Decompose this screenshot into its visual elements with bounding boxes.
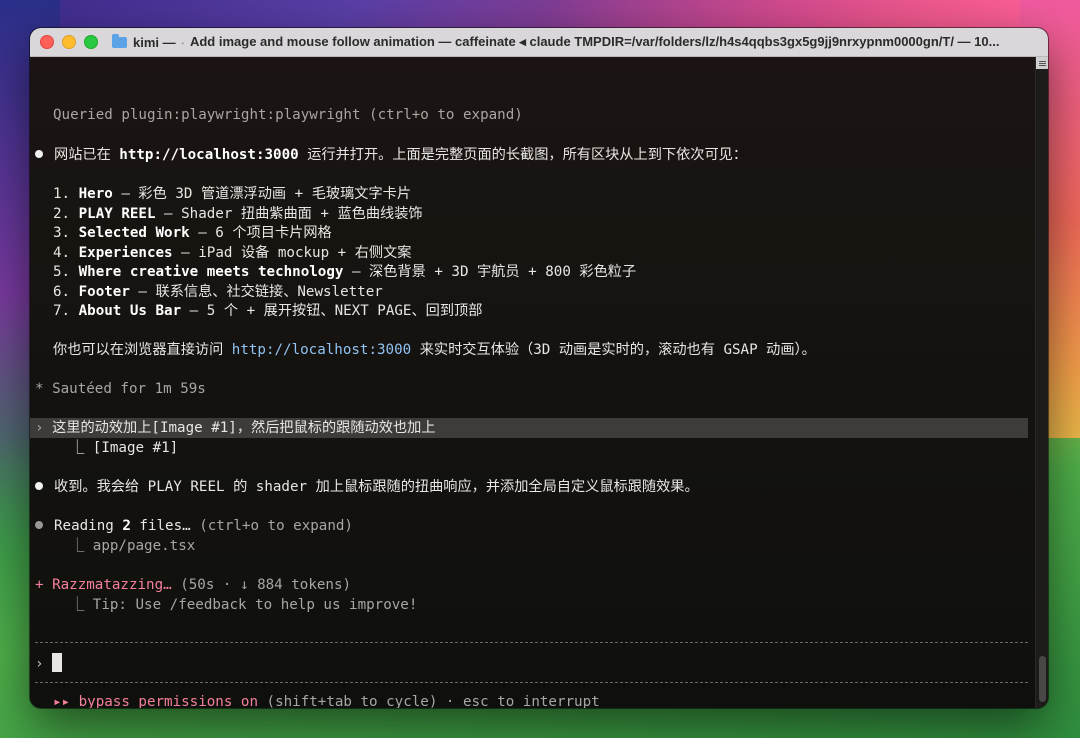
mode-line: ▸▸ bypass permissions on (shift+tab to c… (53, 692, 600, 708)
list-item-name: Selected Work (78, 225, 190, 241)
window-title-dot: · (180, 34, 185, 50)
visit-prefix: 你也可以在浏览器直接访问 (53, 342, 232, 358)
list-item-desc: – iPad 设备 mockup + 右侧文案 (172, 245, 412, 261)
folder-icon (112, 34, 127, 48)
close-button[interactable] (40, 35, 54, 49)
window-titlebar[interactable]: kimi — · Add image and mouse follow anim… (30, 28, 1048, 57)
list-item: 2. PLAY REEL – Shader 扭曲紫曲面 + 蓝色曲线装饰 (53, 204, 423, 224)
list-item: 4. Experiences – iPad 设备 mockup + 右侧文案 (53, 243, 411, 263)
list-item-name: About Us Bar (78, 303, 182, 319)
list-item-desc: – Shader 扭曲紫曲面 + 蓝色曲线装饰 (155, 206, 423, 222)
window-title-app: kimi — (133, 34, 176, 50)
prompt-input[interactable]: › (35, 653, 63, 673)
tip-line: ⎿ Tip: Use /feedback to help us improve! (53, 597, 418, 613)
list-item-name: Experiences (78, 245, 173, 261)
assistant-reply-text: 收到。我会给 PLAY REEL 的 shader 加上鼠标跟随的扭曲响应，并添… (54, 479, 699, 495)
window-title-text: Add image and mouse follow animation — c… (189, 34, 1000, 49)
intro-link[interactable]: http://localhost:3000 (119, 147, 298, 163)
sauteed-status: * Sautéed for 1m 59s (35, 381, 206, 397)
mode-hint: (shift+tab to cycle) · esc to interrupt (258, 694, 600, 708)
scrollbar-thumb[interactable] (1039, 656, 1046, 702)
list-item-desc: – 5 个 + 展开按钮、NEXT PAGE、回到顶部 (181, 303, 483, 319)
list-item: 7. About Us Bar – 5 个 + 展开按钮、NEXT PAGE、回… (53, 301, 482, 321)
window-title: kimi — · Add image and mouse follow anim… (112, 34, 999, 50)
input-divider-top (35, 642, 1028, 643)
intro-line: 网站已在 http://localhost:3000 运行并打开。上面是完整页面… (35, 145, 747, 165)
reading-mid: files… (130, 518, 191, 534)
list-item-number: 4. (53, 245, 71, 261)
queried-line: Queried plugin:playwright:playwright (ct… (53, 107, 523, 123)
list-item-desc: – 彩色 3D 管道漂浮动画 + 毛玻璃文字卡片 (112, 186, 412, 202)
intro-prefix: 网站已在 (54, 147, 120, 163)
text-cursor (52, 653, 63, 672)
list-item: 3. Selected Work – 6 个项目卡片网格 (53, 223, 332, 243)
scrollbar[interactable] (1035, 57, 1048, 708)
user-message-text: 这里的动效加上[Image #1]，然后把鼠标的跟随动效也加上 (43, 420, 436, 436)
list-item-desc: – 6 个项目卡片网格 (189, 225, 332, 241)
bullet-icon (35, 150, 43, 158)
reading-count: 2 (122, 518, 131, 534)
maximize-button[interactable] (84, 35, 98, 49)
list-item-desc: – 联系信息、社交链接、Newsletter (129, 284, 383, 300)
terminal-content[interactable]: Queried plugin:playwright:playwright (ct… (30, 57, 1048, 708)
list-item-name: Where creative meets technology (78, 264, 344, 280)
list-item-desc: – 深色背景 + 3D 宇航员 + 800 彩色粒子 (343, 264, 637, 280)
assistant-reply: 收到。我会给 PLAY REEL 的 shader 加上鼠标跟随的扭曲响应，并添… (35, 477, 699, 497)
terminal-window: kimi — · Add image and mouse follow anim… (30, 28, 1048, 708)
reading-file: ⎿ app/page.tsx (53, 538, 196, 554)
intro-suffix: 运行并打开。上面是完整页面的长截图，所有区块从上到下依次可见： (298, 147, 748, 163)
list-item-number: 6. (53, 284, 71, 300)
status-meta: (50s · ↓ 884 tokens) (171, 577, 352, 593)
reading-prefix: Reading (54, 518, 123, 534)
reading-suffix: (ctrl+o to expand) (190, 518, 353, 534)
prompt-caret: › (35, 656, 44, 672)
visit-link[interactable]: http://localhost:3000 (232, 342, 411, 358)
list-item-number: 2. (53, 206, 71, 222)
bullet-icon (35, 482, 43, 490)
visit-suffix: 来实时交互体验（3D 动画是实时的，滚动也有 GSAP 动画）。 (411, 342, 816, 358)
traffic-lights (40, 35, 98, 49)
list-item: 1. Hero – 彩色 3D 管道漂浮动画 + 毛玻璃文字卡片 (53, 184, 411, 204)
list-item: 5. Where creative meets technology – 深色背… (53, 262, 636, 282)
status-word: Razzmatazzing… (43, 577, 172, 593)
list-item: 6. Footer – 联系信息、社交链接、Newsletter (53, 282, 383, 302)
fast-forward-icon: ▸▸ (53, 694, 71, 708)
minimize-button[interactable] (62, 35, 76, 49)
user-message-caret: › (35, 420, 44, 436)
list-item-number: 3. (53, 225, 71, 241)
list-item-number: 5. (53, 264, 71, 280)
list-item-name: PLAY REEL (78, 206, 156, 222)
visit-line: 你也可以在浏览器直接访问 http://localhost:3000 来实时交互… (53, 340, 816, 360)
list-item-number: 1. (53, 186, 71, 202)
user-message: › 这里的动效加上[Image #1]，然后把鼠标的跟随动效也加上 (35, 418, 435, 438)
list-item-name: Footer (78, 284, 130, 300)
scrollbar-menu-icon[interactable] (1036, 57, 1048, 69)
bullet-icon (35, 521, 43, 529)
input-divider-bottom (35, 682, 1028, 683)
status-line: + Razzmatazzing… (50s · ↓ 884 tokens) (35, 575, 351, 595)
status-star-icon: + (35, 577, 44, 593)
user-attachment: ⎿ [Image #1] (53, 440, 179, 456)
list-item-number: 7. (53, 303, 71, 319)
reading-files-line: Reading 2 files… (ctrl+o to expand) (35, 516, 353, 536)
list-item-name: Hero (78, 186, 113, 202)
mode-label[interactable]: bypass permissions on (70, 694, 258, 708)
